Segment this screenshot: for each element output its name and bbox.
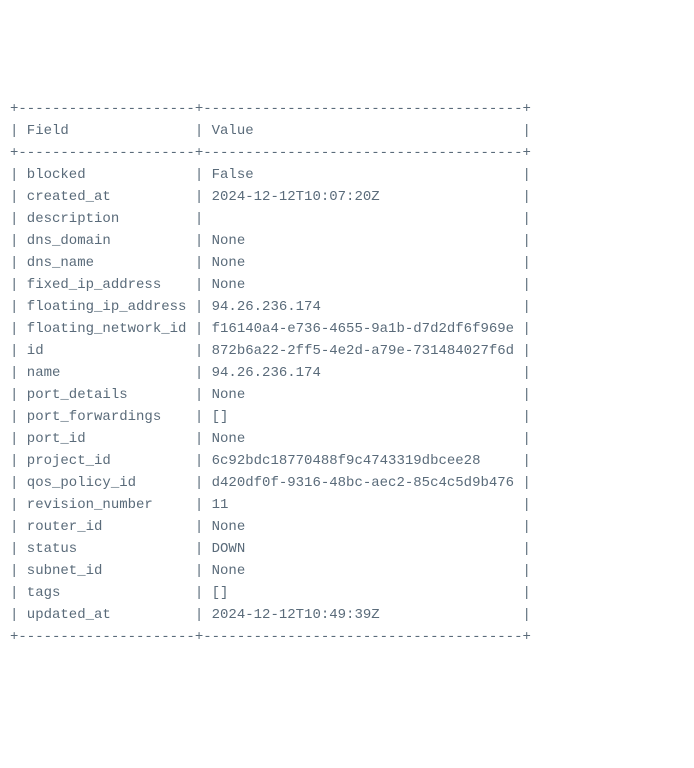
- ascii-table: +---------------------+-----------------…: [10, 98, 684, 648]
